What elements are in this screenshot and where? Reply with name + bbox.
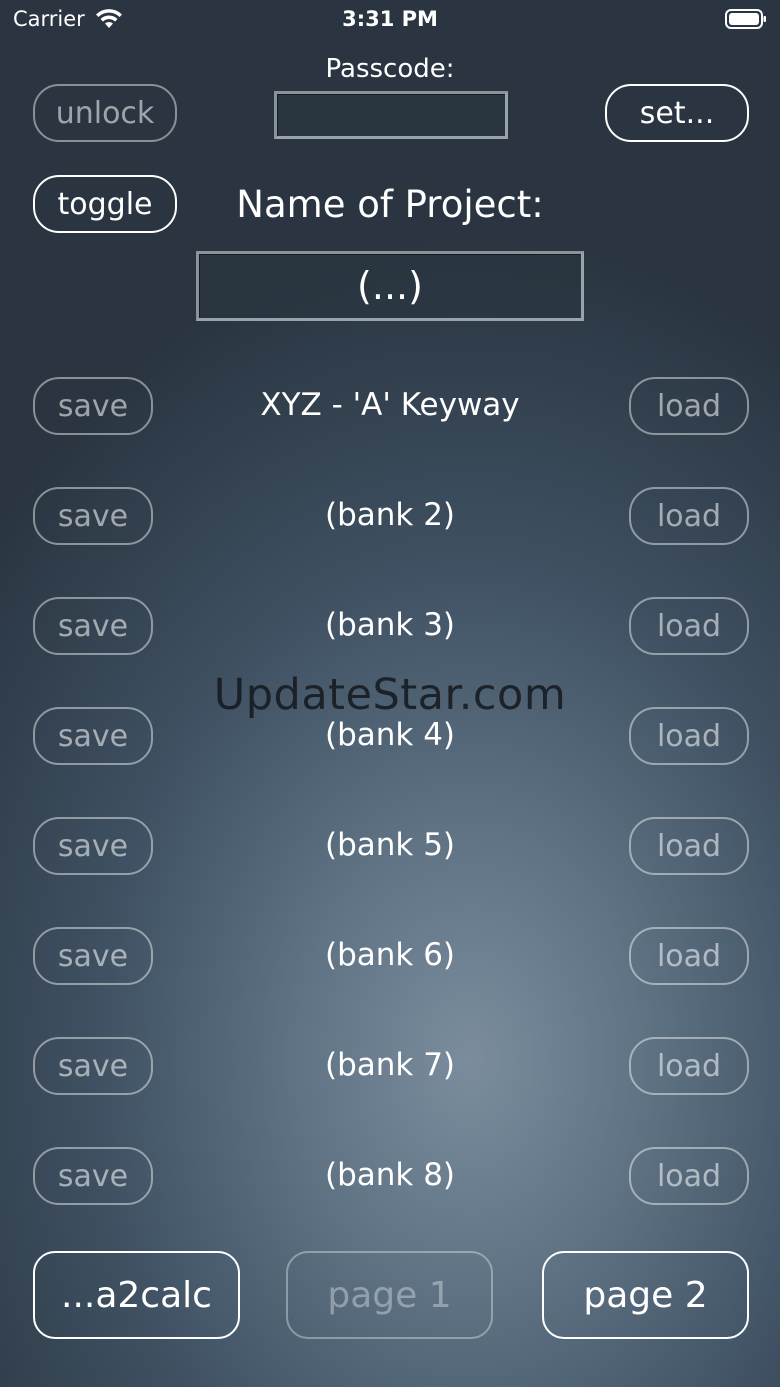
bank-name-3: (bank 3) (324, 607, 456, 643)
load-button-bank-1[interactable]: load (629, 377, 749, 435)
load-button-bank-2[interactable]: load (629, 487, 749, 545)
bank-name-2: (bank 2) (324, 497, 456, 533)
save-button-bank-3[interactable]: save (33, 597, 153, 655)
project-name-label: Name of Project: (236, 183, 544, 226)
unlock-button[interactable]: unlock (33, 84, 177, 142)
set-passcode-button[interactable]: set... (605, 84, 749, 142)
toggle-button[interactable]: toggle (33, 175, 177, 233)
save-button-bank-7[interactable]: save (33, 1037, 153, 1095)
load-button-bank-6[interactable]: load (629, 927, 749, 985)
bank-name-1: XYZ - 'A' Keyway (260, 387, 520, 423)
save-button-bank-1[interactable]: save (33, 377, 153, 435)
load-button-bank-5[interactable]: load (629, 817, 749, 875)
save-button-bank-8[interactable]: save (33, 1147, 153, 1205)
status-bar: Carrier 3:31 PM (0, 0, 780, 40)
page-1-button[interactable]: page 1 (286, 1251, 493, 1339)
clock: 3:31 PM (342, 7, 438, 31)
save-button-bank-6[interactable]: save (33, 927, 153, 985)
load-button-bank-3[interactable]: load (629, 597, 749, 655)
passcode-label: Passcode: (325, 54, 455, 84)
page-2-button[interactable]: page 2 (542, 1251, 749, 1339)
a2calc-button[interactable]: ...a2calc (33, 1251, 240, 1339)
bank-name-6: (bank 6) (324, 937, 456, 973)
bank-name-7: (bank 7) (324, 1047, 456, 1083)
load-button-bank-8[interactable]: load (629, 1147, 749, 1205)
load-button-bank-7[interactable]: load (629, 1037, 749, 1095)
bank-name-4: (bank 4) (324, 717, 456, 753)
battery-icon (725, 9, 766, 29)
passcode-input[interactable] (274, 91, 508, 139)
bank-name-5: (bank 5) (324, 827, 456, 863)
bank-name-8: (bank 8) (324, 1157, 456, 1193)
save-button-bank-5[interactable]: save (33, 817, 153, 875)
save-button-bank-2[interactable]: save (33, 487, 153, 545)
project-name-input[interactable]: (...) (196, 251, 584, 321)
watermark-text: UpdateStar.com (213, 670, 567, 720)
